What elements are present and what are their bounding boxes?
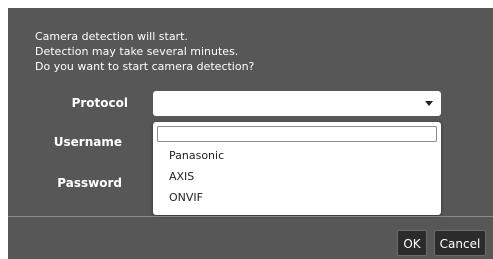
protocol-label: Protocol — [71, 96, 128, 110]
chevron-down-icon — [425, 101, 433, 106]
camera-detection-dialog: Camera detection will start. Detection m… — [8, 8, 493, 259]
footer-divider — [8, 216, 493, 217]
option-onvif[interactable]: ONVIF — [169, 190, 429, 206]
option-panasonic[interactable]: Panasonic — [169, 148, 429, 164]
option-axis[interactable]: AXIS — [169, 169, 429, 185]
dialog-message: Camera detection will start. Detection m… — [35, 29, 254, 74]
message-line-3: Do you want to start camera detection? — [35, 60, 255, 73]
dropdown-search-input[interactable] — [157, 126, 437, 142]
ok-button[interactable]: OK — [397, 230, 427, 256]
username-label: Username — [53, 135, 122, 149]
protocol-dropdown-list: Panasonic AXIS ONVIF — [153, 122, 441, 215]
cancel-button[interactable]: Cancel — [434, 230, 486, 256]
password-label: Password — [57, 176, 122, 190]
protocol-select[interactable] — [153, 91, 441, 116]
message-line-2: Detection may take several minutes. — [35, 45, 239, 58]
message-line-1: Camera detection will start. — [35, 30, 188, 43]
